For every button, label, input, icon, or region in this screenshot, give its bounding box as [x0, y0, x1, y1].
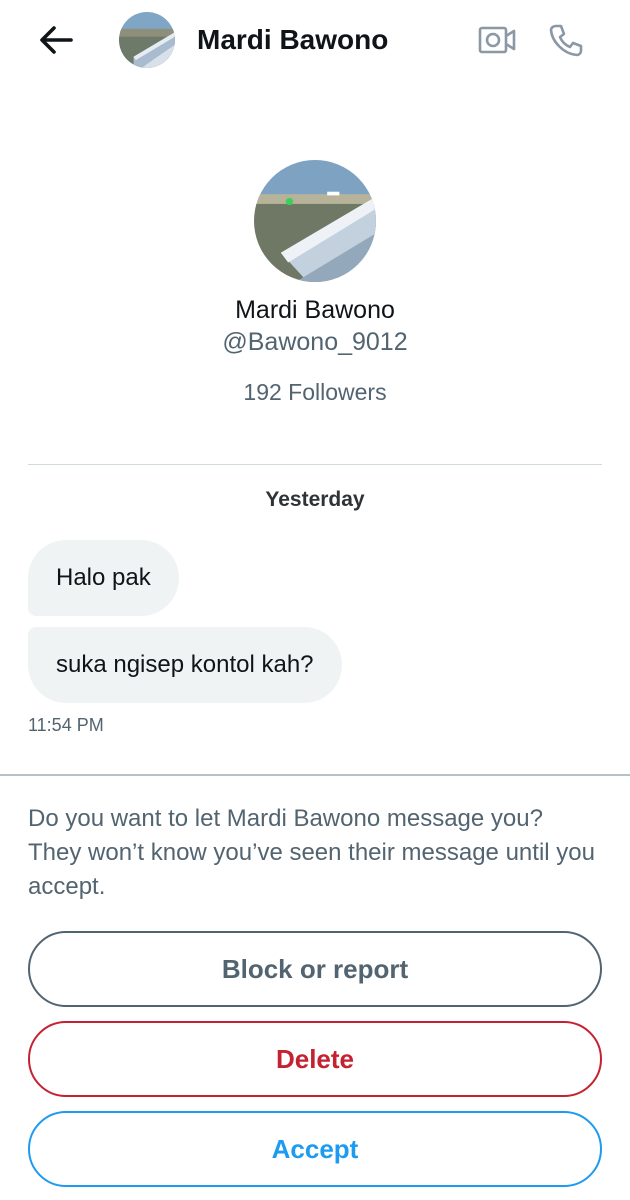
avatar-image: [119, 12, 175, 68]
profile-avatar[interactable]: [254, 160, 376, 282]
block-or-report-button[interactable]: Block or report: [28, 931, 602, 1007]
message-bubble[interactable]: Halo pak: [28, 540, 179, 616]
header-avatar[interactable]: [119, 12, 175, 68]
video-camera-icon: [478, 26, 516, 54]
divider: [28, 464, 602, 465]
header-contact-name[interactable]: Mardi Bawono: [197, 22, 388, 58]
date-separator: Yesterday: [265, 488, 365, 511]
accept-button[interactable]: Accept: [28, 1111, 602, 1187]
video-call-button[interactable]: [474, 20, 520, 60]
divider: [0, 774, 630, 776]
profile-name[interactable]: Mardi Bawono: [0, 293, 630, 327]
delete-button[interactable]: Delete: [28, 1021, 602, 1097]
message-timestamp: 11:54 PM: [28, 715, 104, 735]
arrow-left-icon: [40, 26, 73, 54]
back-button[interactable]: [34, 20, 78, 60]
phone-call-button[interactable]: [544, 18, 588, 62]
message-text: suka ngisep kontol kah?: [56, 651, 314, 678]
phone-icon: [549, 24, 583, 57]
avatar-image: [254, 160, 376, 282]
followers-count: 192 Followers: [243, 379, 387, 405]
profile-handle[interactable]: @Bawono_9012: [0, 325, 630, 359]
message-request-prompt: Do you want to let Mardi Bawono message …: [28, 805, 595, 900]
message-bubble[interactable]: suka ngisep kontol kah?: [28, 627, 342, 703]
conversation-header: Mardi Bawono: [0, 0, 630, 80]
message-text: Halo pak: [56, 564, 151, 591]
